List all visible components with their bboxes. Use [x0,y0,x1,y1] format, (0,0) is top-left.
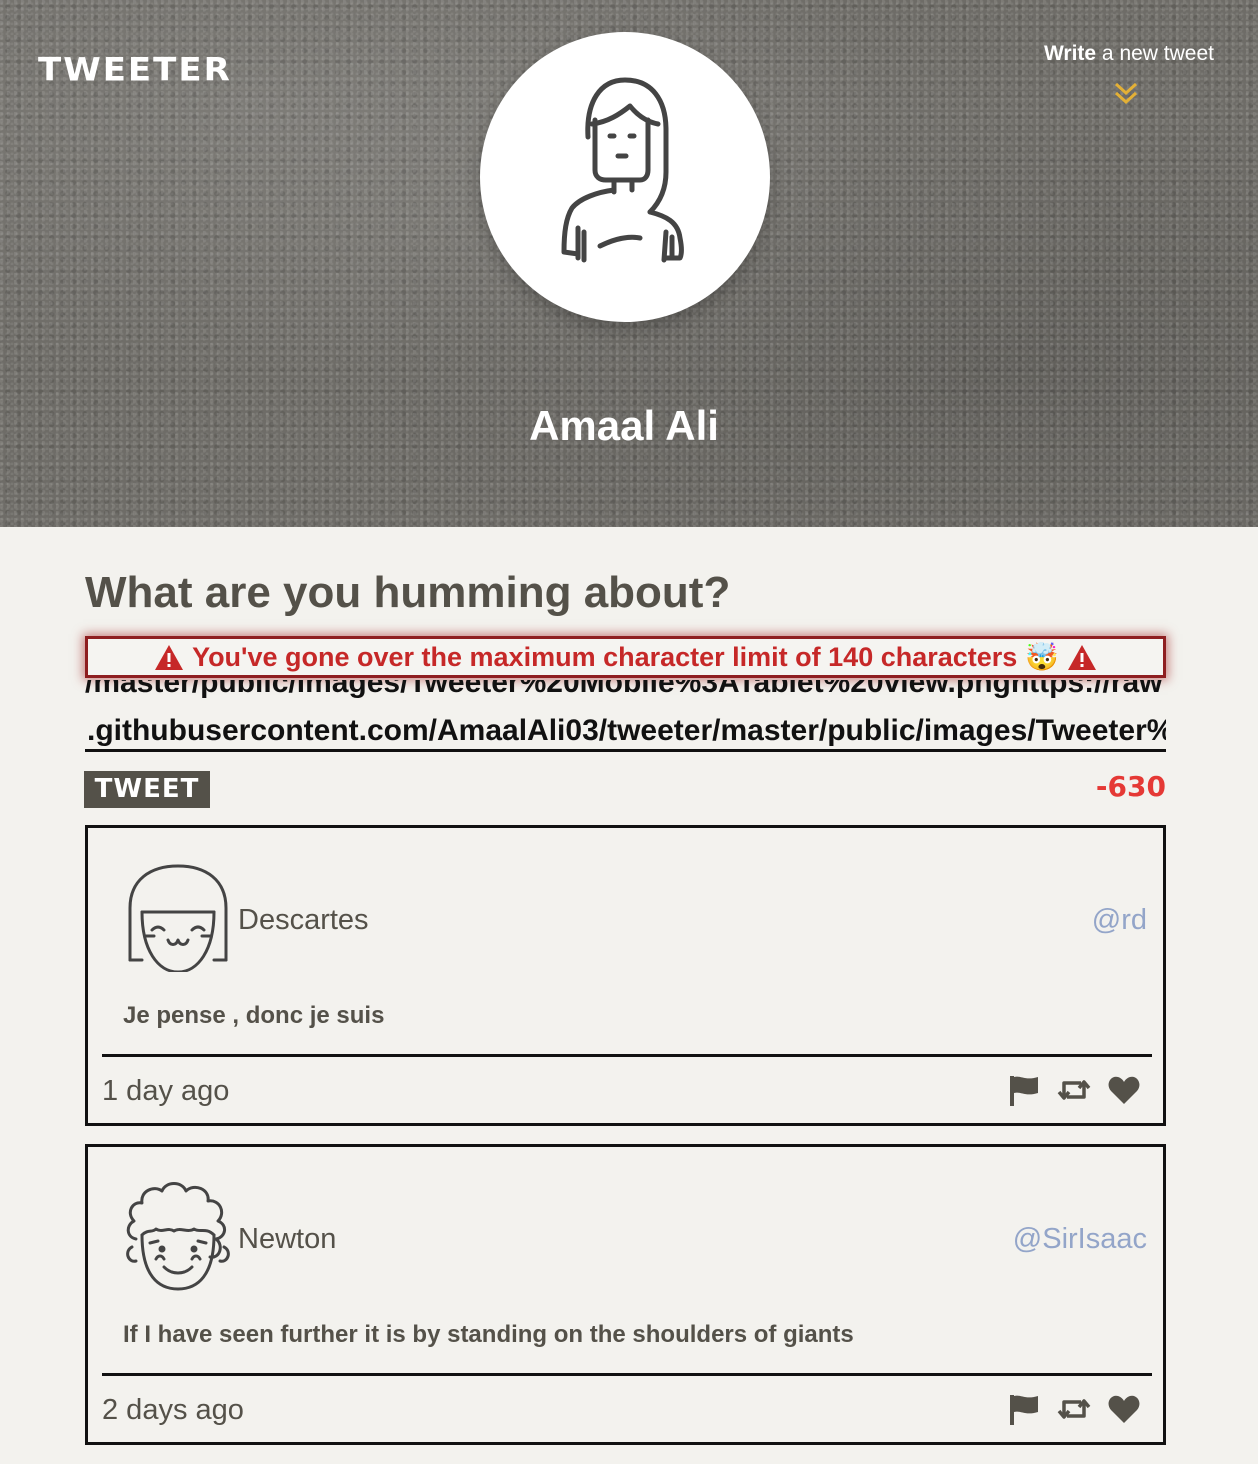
tweet-author-name: Newton [238,1223,337,1255]
warning-icon [155,644,184,670]
tweet-timestamp: 1 day ago [102,1075,230,1107]
error-text: You've gone over the maximum character l… [192,641,1018,672]
profile-name: Amaal Ali [529,402,719,449]
heart-icon[interactable] [1107,1392,1141,1426]
flag-icon[interactable] [1007,1073,1041,1107]
tweet-actions [1007,1392,1141,1426]
profile-avatar [480,32,770,322]
tweet-timestamp: 2 days ago [102,1394,244,1426]
tweet-card: Newton @SirIsaac If I have seen further … [85,1144,1166,1445]
tweet-text-line: /master/public/images/Tweeter%20Mobile%3… [85,680,1163,699]
girl-avatar-icon [128,864,228,972]
tweet-content: Je pense , donc je suis [123,1002,385,1029]
tweet-actions [1007,1073,1141,1107]
tweet-content: If I have seen further it is by standing… [123,1321,854,1348]
flag-icon[interactable] [1007,1392,1041,1426]
tweet-submit-button[interactable]: TWEET [84,771,210,808]
tweet-text-input[interactable]: /master/public/images/Tweeter%20Mobile%3… [85,680,1166,752]
mind-blown-emoji: 🤯 [1025,642,1059,672]
compose-bold-text: Write [1043,42,1097,65]
character-counter: -630 [1095,770,1166,803]
write-new-tweet-link[interactable]: Write a new tweet [974,42,1214,66]
compose-rest-text: a new tweet [1096,42,1214,65]
tweet-author-handle[interactable]: @rd [1092,904,1147,937]
retweet-icon[interactable] [1057,1073,1091,1107]
logo[interactable]: TWEETER [38,51,232,89]
curly-hair-avatar-icon [126,1182,230,1291]
composer-title: What are you humming about? [85,568,731,617]
woman-avatar-icon [561,77,684,263]
warning-icon [1067,644,1096,670]
tweet-card: Descartes @rd Je pense , donc je suis 1 … [85,825,1166,1126]
double-chevron-down-icon[interactable] [1112,80,1140,108]
tweet-author-name: Descartes [238,904,369,936]
error-message: You've gone over the maximum character l… [85,636,1166,678]
page-header: TWEETER Write a new tweet Amaal Ali [0,0,1258,527]
tweet-text-line: .githubusercontent.com/AmaalAli03/tweete… [87,714,1166,747]
tweet-author-handle[interactable]: @SirIsaac [1013,1223,1147,1256]
heart-icon[interactable] [1107,1073,1141,1107]
retweet-icon[interactable] [1057,1392,1091,1426]
tweet-divider [102,1054,1152,1057]
tweet-divider [102,1373,1152,1376]
